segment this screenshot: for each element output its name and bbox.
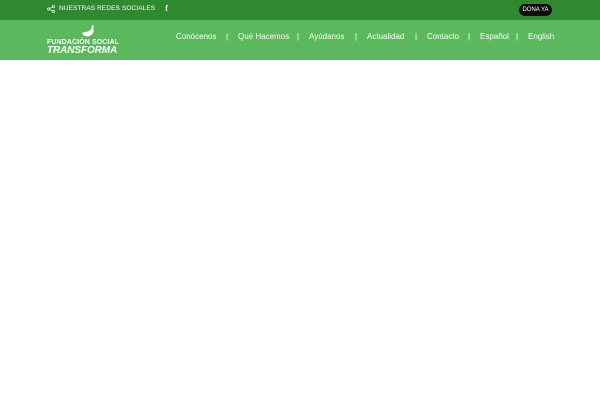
nav-separator: | [355, 32, 358, 41]
main-nav: Conócenos | Qué Hacemos | Ayúdanos | Act… [0, 32, 600, 44]
nav-separator: | [226, 32, 229, 41]
page-content [0, 60, 600, 400]
nav-item-espanol[interactable]: Español [480, 32, 509, 41]
top-bar: NUESTRAS REDES SOCIALES f DONA YA [0, 0, 600, 20]
nav-item-contacto[interactable]: Contacto [427, 32, 459, 41]
nav-separator: | [516, 32, 519, 41]
nav-separator: | [468, 32, 471, 41]
nav-item-ayudanos[interactable]: Ayúdanos [309, 32, 344, 41]
logo-line-2: TRANSFORMA [47, 45, 118, 56]
nav-item-que-hacemos[interactable]: Qué Hacemos [238, 32, 289, 41]
nav-item-english[interactable]: English [528, 32, 554, 41]
donate-button[interactable]: DONA YA [519, 4, 552, 16]
nav-item-actualidad[interactable]: Actualidad [367, 32, 404, 41]
social-label: NUESTRAS REDES SOCIALES [59, 5, 156, 12]
share-icon [47, 4, 55, 13]
nav-separator: | [415, 32, 418, 41]
nav-separator: | [297, 32, 300, 41]
nav-item-conocenos[interactable]: Conócenos [176, 32, 216, 41]
facebook-icon[interactable]: f [165, 4, 168, 13]
social-links: NUESTRAS REDES SOCIALES f [47, 4, 168, 13]
